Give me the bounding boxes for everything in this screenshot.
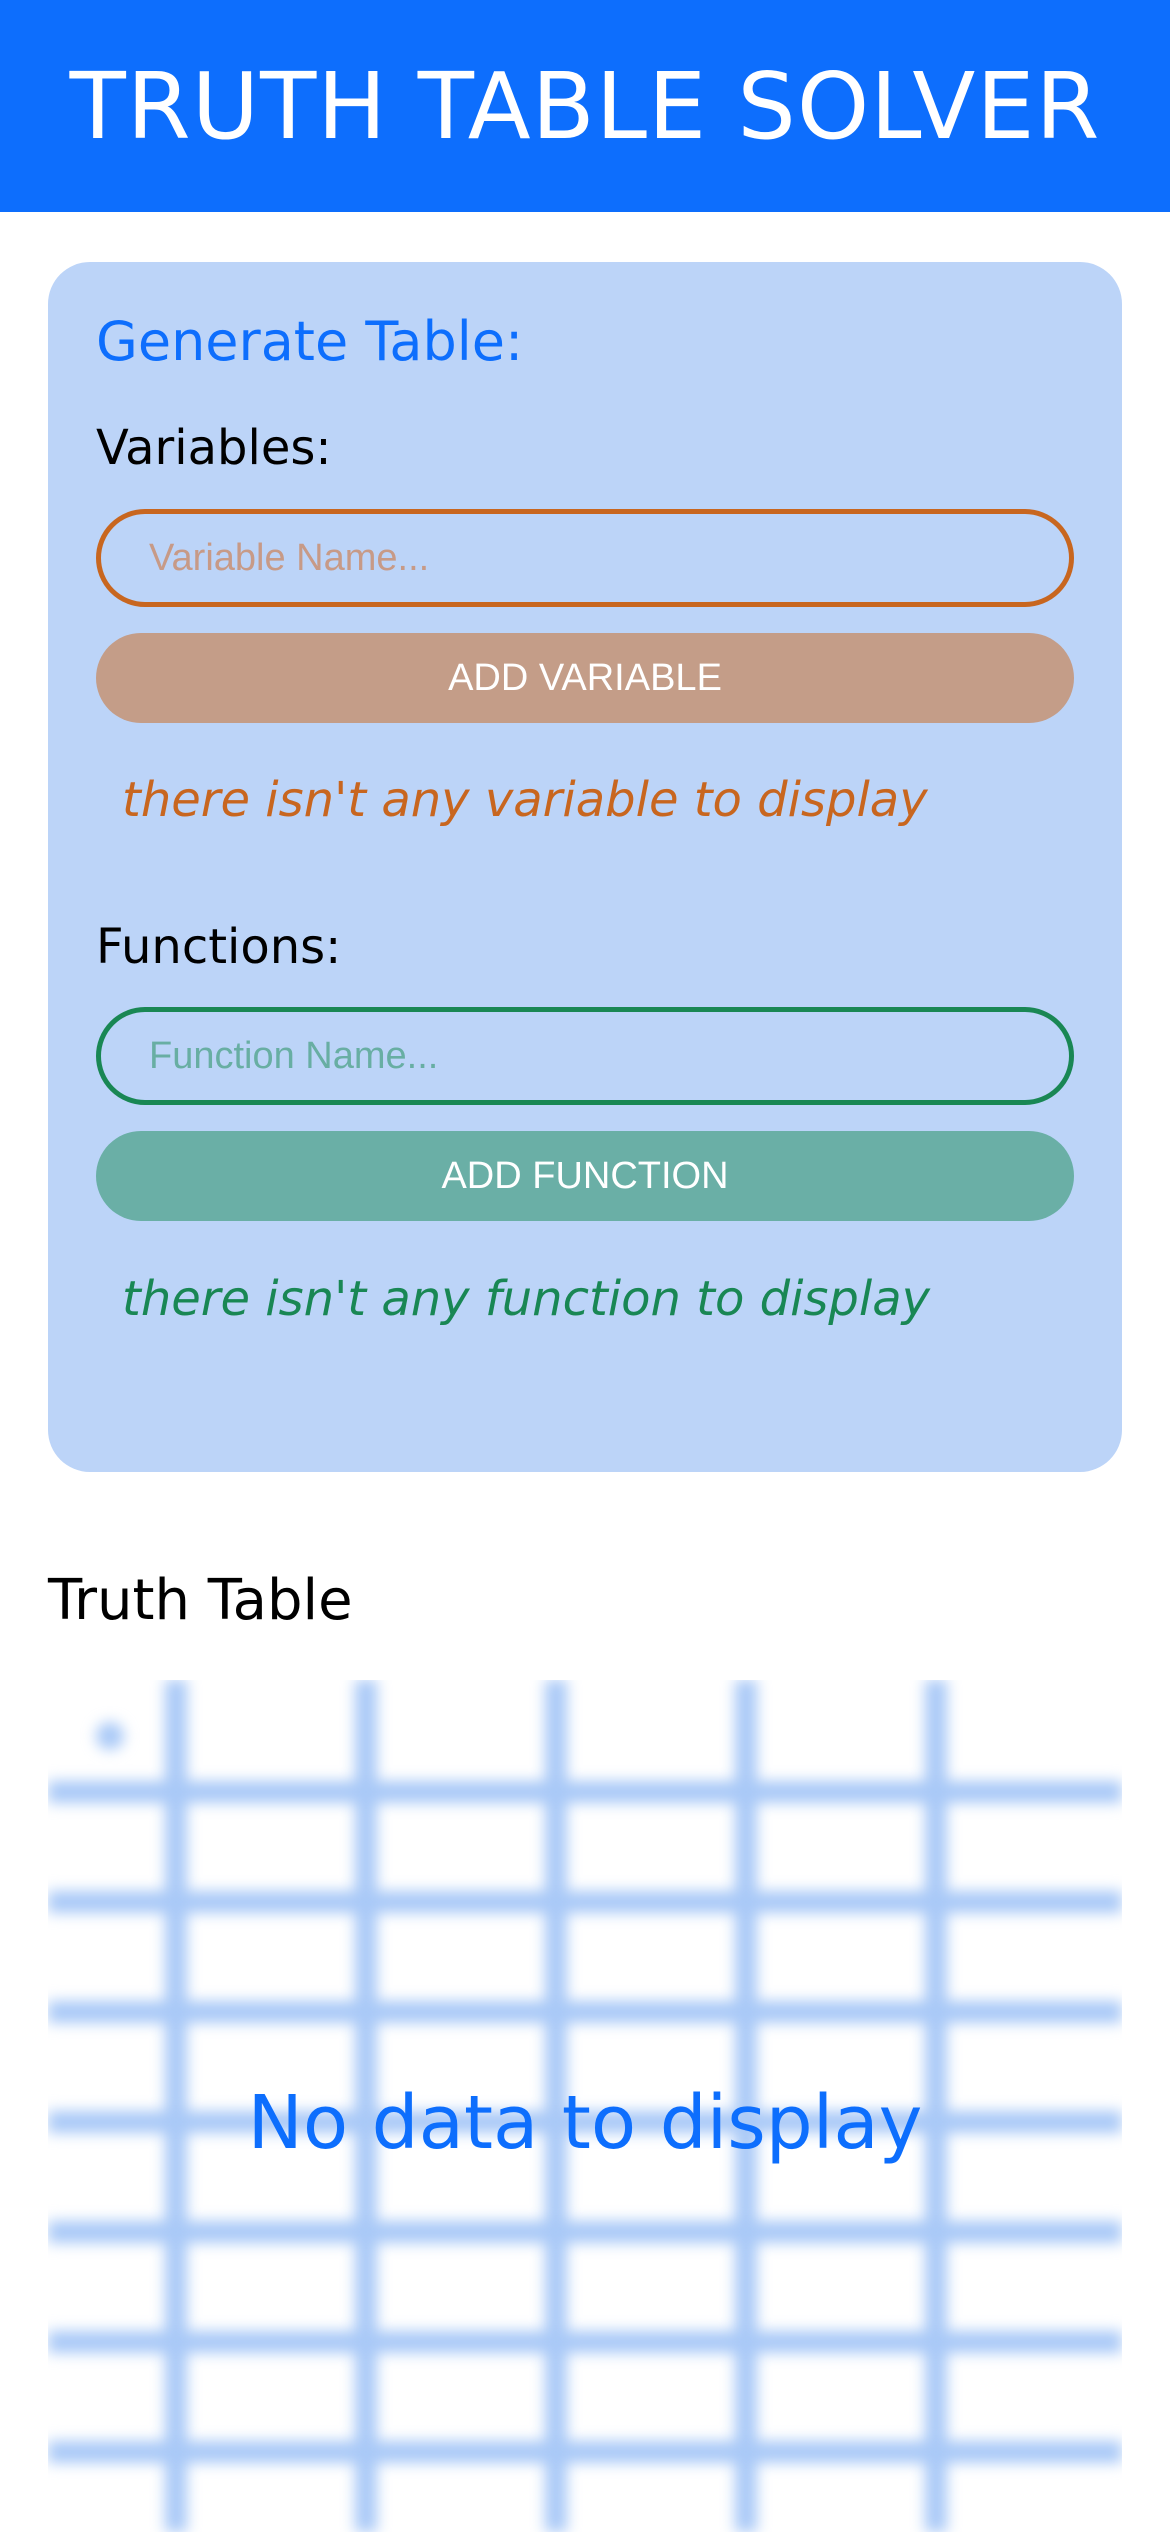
functions-label: Functions: bbox=[96, 919, 342, 975]
app-header: TRUTH TABLE SOLVER bbox=[0, 0, 1170, 212]
variable-name-input[interactable] bbox=[96, 509, 1074, 607]
functions-empty-message: there isn't any function to display bbox=[122, 1271, 931, 1327]
generate-table-panel: Generate Table: Variables: ADD VARIABLE … bbox=[48, 262, 1122, 1472]
panel-title: Generate Table: bbox=[96, 310, 524, 373]
variables-label: Variables: bbox=[96, 420, 332, 476]
truth-table-heading: Truth Table bbox=[48, 1568, 353, 1633]
no-data-message: No data to display bbox=[247, 2080, 923, 2166]
add-function-button[interactable]: ADD FUNCTION bbox=[96, 1131, 1074, 1221]
add-variable-button[interactable]: ADD VARIABLE bbox=[96, 633, 1074, 723]
function-name-input[interactable] bbox=[96, 1007, 1074, 1105]
variables-empty-message: there isn't any variable to display bbox=[122, 772, 928, 828]
app-title: TRUTH TABLE SOLVER bbox=[69, 52, 1101, 160]
truth-table-placeholder: No data to display bbox=[48, 1680, 1122, 2532]
grid-corner-dot bbox=[96, 1722, 124, 1750]
